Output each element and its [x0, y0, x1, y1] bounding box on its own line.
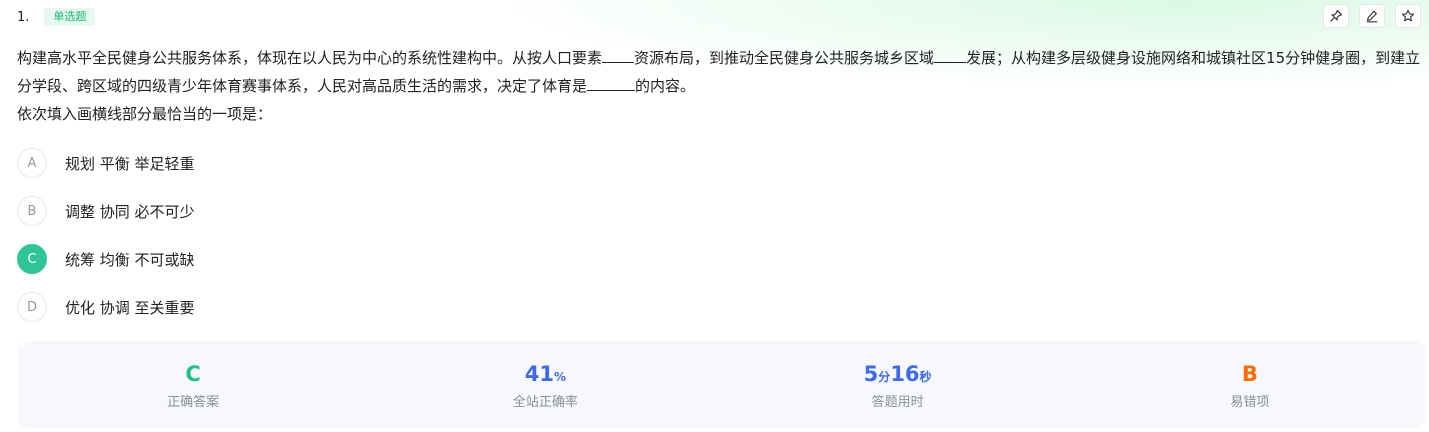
stat-common-wrong: B 易错项	[1074, 341, 1426, 428]
question-number: 1.	[17, 9, 30, 25]
option-text-c: 统筹 均衡 不可或缺	[65, 250, 195, 269]
stem-paragraph: 构建高水平全民健身公共服务体系，体现在以人民为中心的系统性建构中。从按人口要素 资…	[17, 44, 1421, 100]
accuracy-number: 41	[524, 362, 554, 386]
option-text-d: 优化 协调 至关重要	[65, 298, 195, 317]
option-letter-a: A	[17, 148, 47, 178]
time-seconds: 16	[890, 362, 920, 386]
question-header: 1. 单选题	[17, 6, 96, 28]
option-letter-c: C	[17, 244, 47, 274]
option-b[interactable]: B 调整 协同 必不可少	[17, 195, 195, 227]
option-list: A 规划 平衡 举足轻重 B 调整 协同 必不可少 C 统筹 均衡 不可或缺 D…	[17, 147, 195, 339]
correct-answer-label: 正确答案	[167, 395, 220, 410]
accuracy-value: 41%	[525, 362, 566, 386]
stem-prompt: 依次填入画横线部分最恰当的一项是：	[17, 105, 273, 123]
stat-time: 5分16秒 答题用时	[722, 341, 1074, 428]
blank-2	[934, 45, 967, 63]
pin-button[interactable]	[1323, 4, 1349, 28]
option-c[interactable]: C 统筹 均衡 不可或缺	[17, 243, 195, 275]
question-toolbar	[1323, 4, 1421, 28]
option-text-b: 调整 协同 必不可少	[65, 202, 195, 221]
accuracy-unit: %	[553, 370, 566, 384]
pin-icon	[1330, 10, 1342, 22]
question-type-tag: 单选题	[44, 8, 96, 26]
time-minutes-unit: 分	[878, 370, 891, 384]
accuracy-label: 全站正确率	[512, 395, 578, 410]
favorite-button[interactable]	[1395, 4, 1421, 28]
stem-text-4: 的内容。	[635, 77, 696, 95]
star-icon	[1401, 9, 1415, 22]
stat-correct-answer: C 正确答案	[17, 341, 369, 428]
time-label: 答题用时	[871, 395, 924, 410]
option-letter-b: B	[17, 196, 47, 226]
stem-text-2: 资源布局，到推动全民健身公共服务城乡区域	[634, 49, 935, 67]
common-wrong-value: B	[1242, 362, 1258, 386]
edit-icon	[1366, 10, 1378, 23]
answer-stats-panel: C 正确答案 41% 全站正确率 5分16秒 答题用时 B 易错项	[17, 341, 1426, 428]
common-wrong-label: 易错项	[1230, 395, 1270, 410]
time-seconds-unit: 秒	[919, 370, 932, 384]
option-letter-d: D	[17, 292, 47, 322]
stat-accuracy: 41% 全站正确率	[369, 341, 721, 428]
blank-3	[587, 73, 636, 91]
common-wrong-letter: B	[1241, 362, 1258, 386]
time-minutes: 5	[863, 362, 879, 386]
option-a[interactable]: A 规划 平衡 举足轻重	[17, 147, 195, 179]
edit-button[interactable]	[1359, 4, 1385, 28]
stem-text-1: 构建高水平全民健身公共服务体系，体现在以人民为中心的系统性建构中。从按人口要素	[17, 49, 603, 67]
correct-answer-value: C	[185, 362, 200, 386]
correct-answer-letter: C	[185, 362, 201, 386]
time-value: 5分16秒	[864, 362, 932, 386]
question-stem: 构建高水平全民健身公共服务体系，体现在以人民为中心的系统性建构中。从按人口要素 资…	[17, 44, 1421, 128]
blank-1	[602, 45, 635, 63]
option-text-a: 规划 平衡 举足轻重	[65, 154, 195, 173]
option-d[interactable]: D 优化 协调 至关重要	[17, 291, 195, 323]
